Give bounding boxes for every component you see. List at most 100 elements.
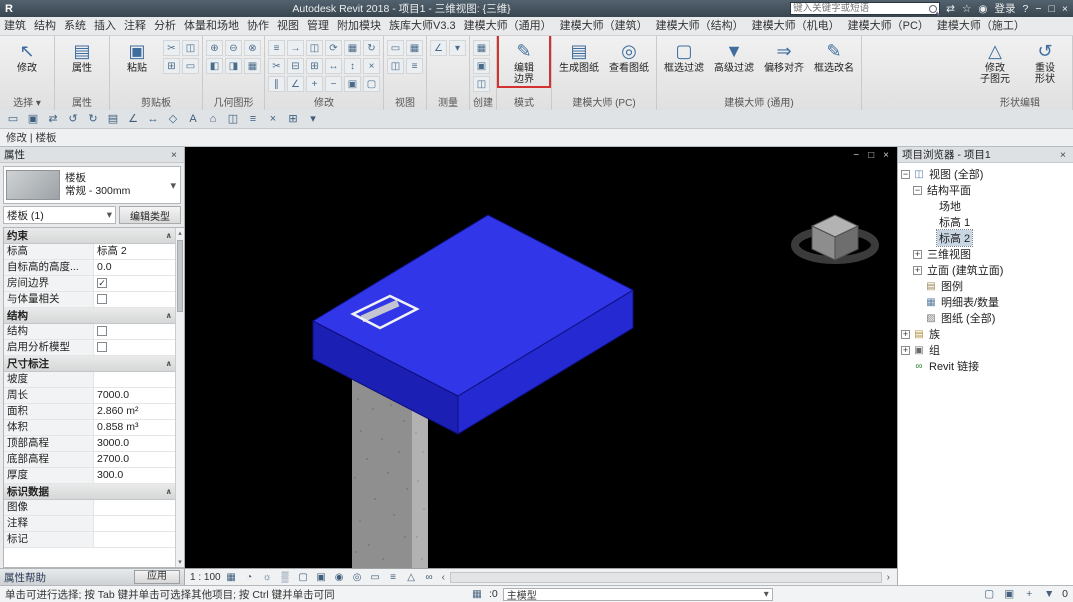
redo-icon[interactable]: ↻ (85, 111, 101, 127)
property-value[interactable]: 2700.0 (94, 452, 175, 467)
box-filter-button[interactable]: ▢框选过滤 (660, 37, 708, 74)
checkbox[interactable] (97, 326, 107, 336)
tree-item-legends[interactable]: ▤图例 (898, 278, 1073, 294)
ribbon-tab-6[interactable]: 体量和场地 (180, 17, 243, 35)
clipboard-tool-icon[interactable]: ⊞ (163, 58, 180, 74)
modify-tool-icon[interactable]: ▢ (363, 76, 380, 92)
modify-tool-icon[interactable]: + (306, 76, 323, 92)
type-selector[interactable]: 楼板 常规 - 300mm ▾ (3, 166, 181, 204)
expand-icon[interactable]: + (901, 346, 910, 355)
tree-item-revit-links[interactable]: ∞Revit 链接 (898, 358, 1073, 374)
property-value[interactable] (94, 292, 175, 307)
filter-icon[interactable]: ▼ (1042, 588, 1056, 600)
expand-icon[interactable]: + (901, 330, 910, 339)
modify-tool-icon[interactable]: ◫ (306, 40, 323, 56)
design-options-select[interactable]: 主模型 ▾ (503, 588, 773, 601)
reveal-hidden-icon[interactable]: ◎ (350, 572, 365, 583)
constraints-icon[interactable]: ∞ (422, 572, 437, 583)
collapse-icon[interactable]: ∧ (166, 311, 173, 320)
link-select-icon[interactable]: ▢ (982, 588, 996, 600)
clipboard-tool-icon[interactable]: ▭ (182, 58, 199, 74)
search-input[interactable] (793, 3, 929, 14)
ribbon-tab-0[interactable]: 建筑 (0, 17, 30, 35)
view-scale[interactable]: 1 : 100 (190, 572, 221, 583)
ribbon-tab-7[interactable]: 协作 (243, 17, 273, 35)
property-value[interactable] (94, 372, 175, 387)
modify-tool-icon[interactable]: − (325, 76, 342, 92)
property-value[interactable] (94, 340, 175, 355)
measure-icon[interactable]: ∠ (125, 111, 141, 127)
collapse-icon[interactable]: − (901, 170, 910, 179)
view-sheet-button[interactable]: ◎查看图纸 (605, 37, 653, 74)
temporary-view-properties-icon[interactable]: ≡ (386, 572, 401, 583)
aligned-dimension-icon[interactable]: ↔ (145, 111, 161, 127)
property-value[interactable] (94, 500, 175, 515)
modify-tool-icon[interactable]: ▣ (344, 76, 361, 92)
property-value[interactable]: 标高 2 (94, 244, 175, 259)
crop-region-icon[interactable]: ▣ (314, 572, 329, 583)
ribbon-tab-14[interactable]: 建模大师（结构） (652, 17, 748, 35)
save-icon[interactable]: ▣ (25, 111, 41, 127)
revit-logo-icon[interactable]: R (5, 3, 13, 15)
tree-item-elevations[interactable]: +立面 (建筑立面) (898, 262, 1073, 278)
pin-select-icon[interactable]: ▣ (1002, 588, 1016, 600)
geometry-tool-icon[interactable]: ⊖ (225, 40, 242, 56)
modify-sub-elements-button[interactable]: △修改子图元 (971, 37, 1019, 85)
tree-item-schedules[interactable]: ▦明细表/数量 (898, 294, 1073, 310)
measure-tool-icon[interactable]: ∠ (430, 40, 447, 56)
minimize-icon[interactable]: − (1035, 3, 1041, 15)
ribbon-tab-1[interactable]: 结构 (30, 17, 60, 35)
tree-item-site[interactable]: 场地 (898, 198, 1073, 214)
view-minimize-icon[interactable]: − (853, 150, 859, 161)
collapse-icon[interactable]: ∧ (166, 487, 173, 496)
drawing-area[interactable]: − □ × (185, 147, 897, 568)
ribbon-tab-12[interactable]: 建模大师（通用） (460, 17, 556, 35)
help-icon[interactable]: ? (1023, 3, 1029, 15)
ribbon-tab-4[interactable]: 注释 (120, 17, 150, 35)
collapse-icon[interactable]: − (913, 186, 922, 195)
property-value[interactable] (94, 516, 175, 531)
property-value[interactable]: 3000.0 (94, 436, 175, 451)
scroll-left-icon[interactable]: ‹ (440, 572, 447, 583)
login-label[interactable]: 登录 (995, 1, 1016, 16)
temporary-hide-icon[interactable]: ◉ (332, 572, 347, 583)
default-3d-view-icon[interactable]: ⌂ (205, 111, 221, 127)
create-tool-icon[interactable]: ▦ (473, 40, 490, 56)
detail-level-icon[interactable]: ▦ (224, 572, 239, 583)
view-tool-icon[interactable]: ◫ (387, 58, 404, 74)
tree-item-3d-views[interactable]: +三维视图 (898, 246, 1073, 262)
ribbon-tab-13[interactable]: 建模大师（建筑） (556, 17, 652, 35)
close-inactive-icon[interactable]: × (265, 111, 281, 127)
modify-tool-icon[interactable]: ⟳ (325, 40, 342, 56)
modify-tool-icon[interactable]: → (287, 40, 304, 56)
ribbon-tab-2[interactable]: 系统 (60, 17, 90, 35)
worksharing-display-icon[interactable]: ▭ (368, 572, 383, 583)
property-value[interactable]: 7000.0 (94, 388, 175, 403)
thin-lines-icon[interactable]: ≡ (245, 111, 261, 127)
clipboard-tool-icon[interactable]: ✂ (163, 40, 180, 56)
section-icon[interactable]: ◫ (225, 111, 241, 127)
sun-path-icon[interactable]: ☼ (260, 572, 275, 583)
tree-item-level-1[interactable]: 标高 1 (898, 214, 1073, 230)
tree-item-sheets[interactable]: ▨图纸 (全部) (898, 310, 1073, 326)
ribbon-tab-9[interactable]: 管理 (303, 17, 333, 35)
modify-button[interactable]: ↖修改 (3, 37, 51, 74)
scroll-up-icon[interactable]: ▴ (176, 229, 184, 237)
modify-tool-icon[interactable]: ▦ (344, 40, 361, 56)
geometry-tool-icon[interactable]: ⊗ (244, 40, 261, 56)
chevron-down-icon[interactable]: ▾ (168, 179, 178, 192)
apply-button[interactable]: 应用 (134, 570, 180, 584)
geometry-tool-icon[interactable]: ◧ (206, 58, 223, 74)
shadows-icon[interactable]: ▒ (278, 572, 293, 583)
create-tool-icon[interactable]: ▣ (473, 58, 490, 74)
modify-tool-icon[interactable]: ↻ (363, 40, 380, 56)
text-icon[interactable]: A (185, 111, 201, 127)
box-rename-button[interactable]: ✎框选改名 (810, 37, 858, 74)
open-icon[interactable]: ▭ (5, 111, 21, 127)
undo-icon[interactable]: ↺ (65, 111, 81, 127)
view-tool-icon[interactable]: ≡ (406, 58, 423, 74)
create-tool-icon[interactable]: ◫ (473, 76, 490, 92)
ribbon-tab-5[interactable]: 分析 (150, 17, 180, 35)
reset-shape-button[interactable]: ↺重设形状 (1021, 37, 1069, 85)
edit-boundary-button[interactable]: ✎编辑边界 (500, 37, 548, 85)
